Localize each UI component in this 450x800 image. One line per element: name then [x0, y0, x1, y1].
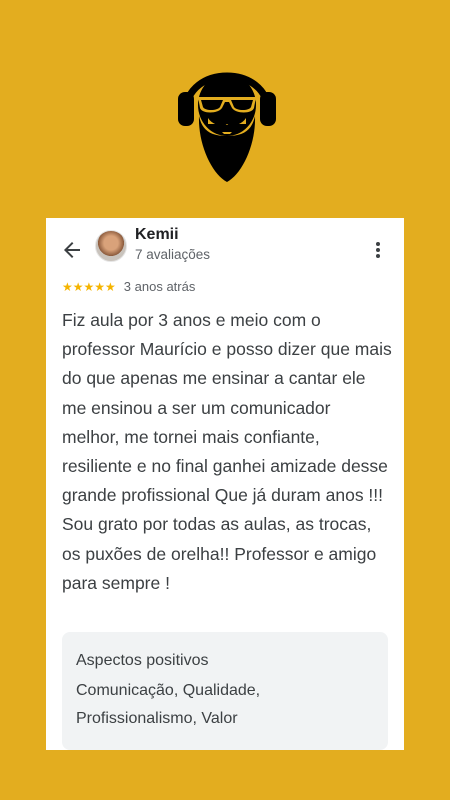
avatar[interactable] [95, 230, 127, 262]
review-text: Fiz aula por 3 anos e meio com o profess… [62, 310, 392, 593]
arrow-left-icon [64, 242, 80, 258]
positive-aspects-panel: Aspectos positivos Comunicação, Qualidad… [62, 632, 388, 750]
more-vert-icon [376, 242, 380, 258]
back-button[interactable] [60, 238, 84, 262]
star-rating: ★★★★★ [62, 279, 116, 294]
more-options-button[interactable] [368, 238, 388, 262]
aspects-title: Aspectos positivos [76, 652, 209, 669]
reviewer-review-count: 7 avaliações [135, 247, 211, 262]
review-card: Kemii 7 avaliações ★★★★★ 3 anos atrás Fi… [46, 218, 404, 750]
rating-row: ★★★★★ 3 anos atrás [62, 279, 195, 294]
aspects-list: Comunicação, Qualidade, Profissionalismo… [76, 682, 261, 727]
bearded-man-headphones-icon [172, 50, 282, 190]
reviewer-name[interactable]: Kemii [135, 226, 179, 244]
review-time: 3 anos atrás [123, 279, 196, 294]
